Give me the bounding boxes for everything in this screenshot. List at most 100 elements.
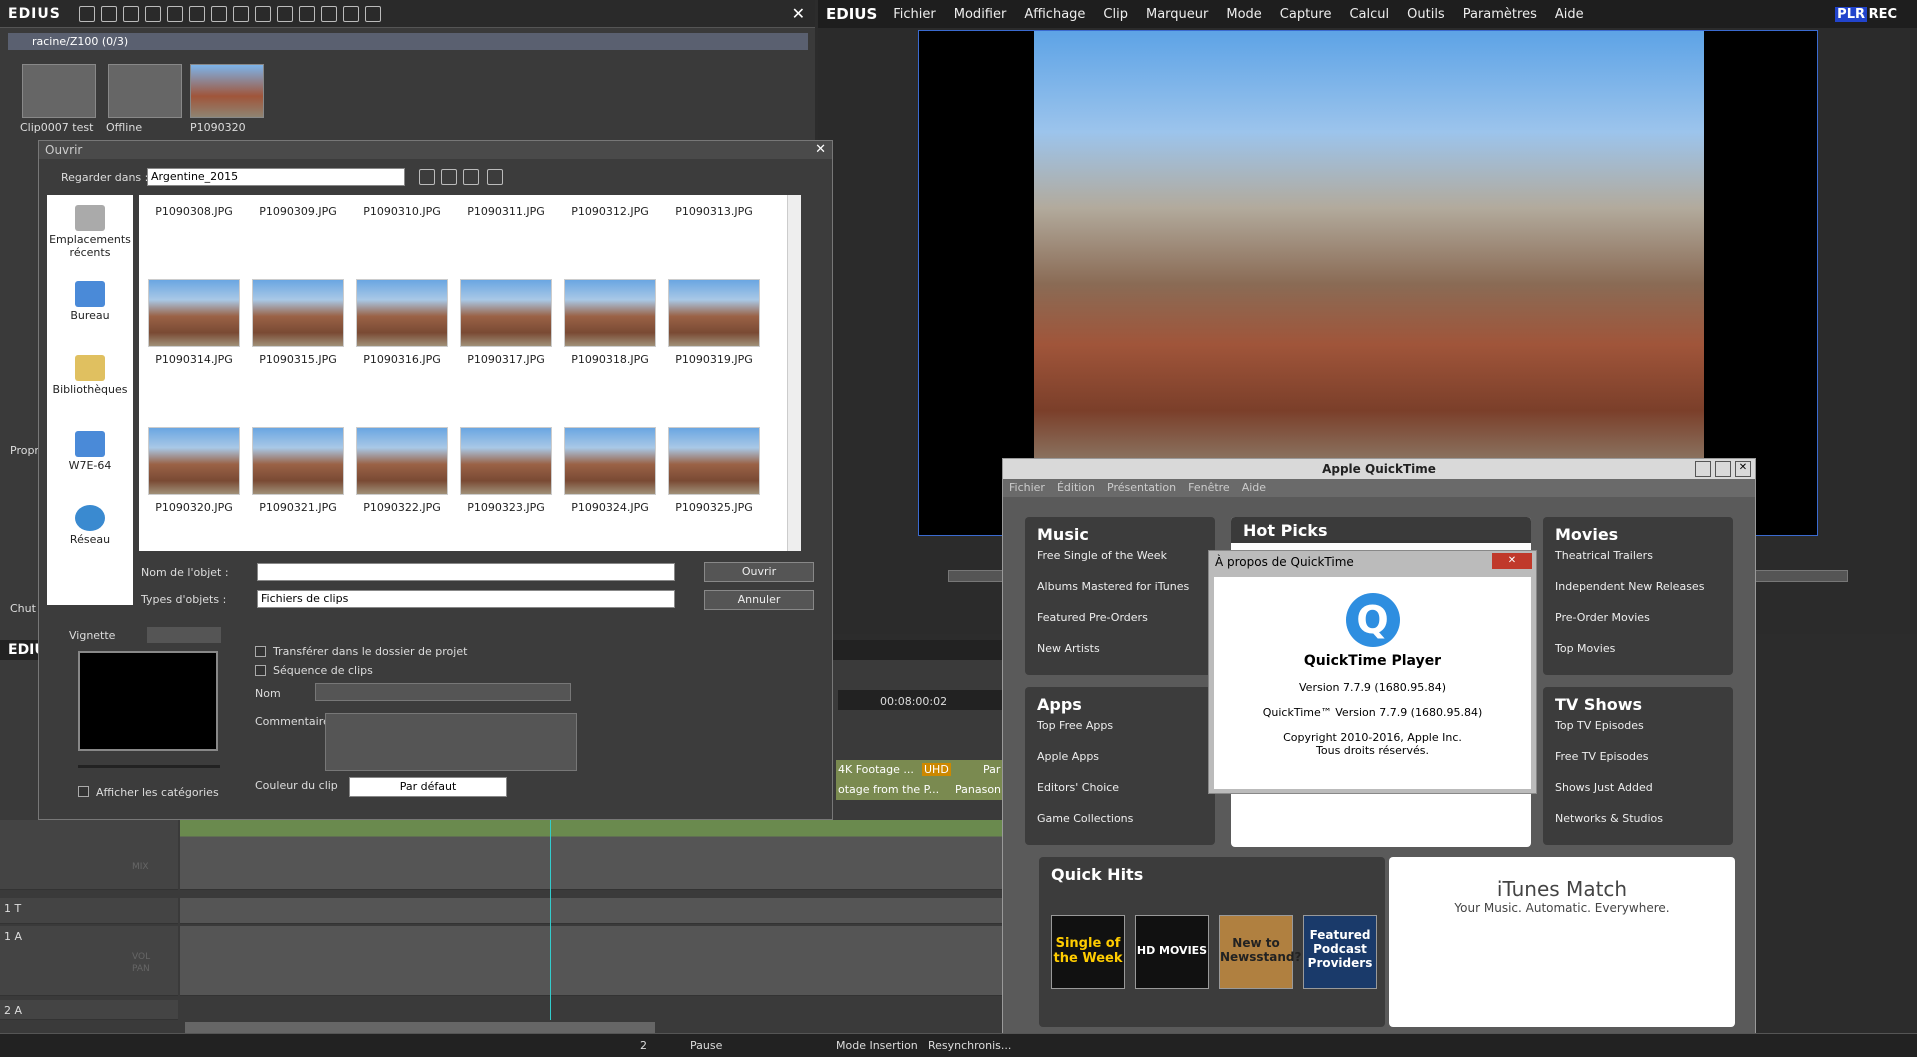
pane-link[interactable]: Top Movies xyxy=(1555,641,1733,672)
clip-thumb[interactable] xyxy=(22,64,96,118)
pane-link[interactable]: Editors' Choice xyxy=(1037,780,1215,811)
cut-icon[interactable] xyxy=(210,5,227,22)
paste-icon[interactable] xyxy=(254,5,271,22)
menu-capture[interactable]: Capture xyxy=(1280,7,1332,22)
thumbnail-slider[interactable] xyxy=(78,765,220,768)
audio-waveform-track[interactable] xyxy=(180,820,1005,890)
categories-checkbox[interactable] xyxy=(78,786,89,797)
properties-icon[interactable] xyxy=(364,5,381,22)
close-icon[interactable]: ✕ xyxy=(815,142,826,157)
qt-menu-item[interactable]: Fenêtre xyxy=(1188,481,1230,494)
filename-input[interactable] xyxy=(257,563,675,581)
file-item[interactable]: P1090314.JPG xyxy=(139,353,249,366)
text-icon[interactable] xyxy=(166,5,183,22)
transfer-checkbox[interactable] xyxy=(255,646,266,657)
file-thumbnail[interactable] xyxy=(564,427,656,495)
close-icon[interactable]: ✕ xyxy=(792,4,805,23)
add-clip-icon[interactable] xyxy=(144,5,161,22)
qt-menu-item[interactable]: Fichier xyxy=(1009,481,1045,494)
new-folder-icon[interactable] xyxy=(463,169,479,185)
audio-track-1a[interactable] xyxy=(180,926,1005,996)
name-field[interactable] xyxy=(315,683,571,701)
file-item[interactable]: P1090321.JPG xyxy=(243,501,353,514)
quick-hit-tile[interactable]: Single of the Week xyxy=(1051,915,1125,989)
place-computer[interactable]: W7E-64 xyxy=(47,431,133,472)
look-in-select[interactable]: Argentine_2015 xyxy=(147,168,405,186)
menu-clip[interactable]: Clip xyxy=(1103,7,1128,22)
file-thumbnail[interactable] xyxy=(668,427,760,495)
file-thumbnail[interactable] xyxy=(564,279,656,347)
pane-link[interactable]: Pre-Order Movies xyxy=(1555,610,1733,641)
file-list[interactable]: P1090308.JPG P1090309.JPG P1090310.JPG P… xyxy=(139,195,801,551)
file-item[interactable]: P1090312.JPG xyxy=(555,205,665,218)
pane-link[interactable]: Free TV Episodes xyxy=(1555,749,1733,780)
minimize-icon[interactable] xyxy=(1695,461,1711,477)
insert-icon[interactable] xyxy=(298,5,315,22)
pane-link[interactable]: Independent New Releases xyxy=(1555,579,1733,610)
file-item[interactable]: P1090313.JPG xyxy=(659,205,769,218)
place-desktop[interactable]: Bureau xyxy=(47,281,133,322)
menu-calcul[interactable]: Calcul xyxy=(1349,7,1389,22)
menu-parametres[interactable]: Paramètres xyxy=(1463,7,1537,22)
file-item[interactable]: P1090308.JPG xyxy=(139,205,249,218)
file-scrollbar[interactable] xyxy=(787,195,801,551)
pane-link[interactable]: Networks & Studios xyxy=(1555,811,1733,842)
file-item[interactable]: P1090320.JPG xyxy=(139,501,249,514)
folder-icon[interactable] xyxy=(78,5,95,22)
file-thumbnail[interactable] xyxy=(668,279,760,347)
file-item[interactable]: P1090325.JPG xyxy=(659,501,769,514)
file-item[interactable]: P1090324.JPG xyxy=(555,501,665,514)
add-to-timeline-icon[interactable] xyxy=(276,5,293,22)
qt-menu-item[interactable]: Édition xyxy=(1057,481,1095,494)
pane-link[interactable]: Shows Just Added xyxy=(1555,780,1733,811)
pane-link[interactable]: Theatrical Trailers xyxy=(1555,548,1733,579)
copy-icon[interactable] xyxy=(232,5,249,22)
pane-link[interactable]: Featured Pre-Orders xyxy=(1037,610,1215,641)
pane-link[interactable]: New Artists xyxy=(1037,641,1215,672)
open-button[interactable]: Ouvrir xyxy=(704,562,814,582)
file-item[interactable]: P1090317.JPG xyxy=(451,353,561,366)
pane-link[interactable]: Game Collections xyxy=(1037,811,1215,842)
place-recent[interactable]: Emplacements récents xyxy=(47,205,133,259)
file-item[interactable]: P1090309.JPG xyxy=(243,205,353,218)
search-icon[interactable] xyxy=(100,5,117,22)
file-thumbnail[interactable] xyxy=(356,427,448,495)
delete-icon[interactable] xyxy=(320,5,337,22)
qt-menu-item[interactable]: Présentation xyxy=(1107,481,1176,494)
menu-fichier[interactable]: Fichier xyxy=(893,7,936,22)
back-icon[interactable] xyxy=(419,169,435,185)
place-libraries[interactable]: Bibliothèques xyxy=(47,355,133,396)
clip-thumb[interactable] xyxy=(190,64,264,118)
cancel-button[interactable]: Annuler xyxy=(704,590,814,610)
comment-field[interactable] xyxy=(325,713,577,771)
pane-link[interactable]: Top TV Episodes xyxy=(1555,718,1733,749)
place-network[interactable]: Réseau xyxy=(47,505,133,546)
clip-color-button[interactable]: Par défaut xyxy=(349,777,507,797)
filetype-select[interactable]: Fichiers de clips xyxy=(257,590,675,608)
file-thumbnail[interactable] xyxy=(356,279,448,347)
up-icon[interactable] xyxy=(122,5,139,22)
view-menu-icon[interactable] xyxy=(487,169,503,185)
file-item[interactable]: P1090310.JPG xyxy=(347,205,457,218)
menu-aide[interactable]: Aide xyxy=(1555,7,1584,22)
menu-outils[interactable]: Outils xyxy=(1407,7,1445,22)
qt-menu-item[interactable]: Aide xyxy=(1242,481,1266,494)
file-item[interactable]: P1090323.JPG xyxy=(451,501,561,514)
menu-mode[interactable]: Mode xyxy=(1226,7,1261,22)
maximize-icon[interactable] xyxy=(1715,461,1731,477)
menu-marqueur[interactable]: Marqueur xyxy=(1146,7,1208,22)
pane-link[interactable]: Albums Mastered for iTunes xyxy=(1037,579,1215,610)
close-icon[interactable]: ✕ xyxy=(1492,553,1532,569)
file-item[interactable]: P1090315.JPG xyxy=(243,353,353,366)
file-item[interactable]: P1090322.JPG xyxy=(347,501,457,514)
file-thumbnail[interactable] xyxy=(460,279,552,347)
menu-modifier[interactable]: Modifier xyxy=(954,7,1007,22)
quick-hit-tile[interactable]: Featured Podcast Providers xyxy=(1303,915,1377,989)
file-thumbnail[interactable] xyxy=(148,427,240,495)
file-thumbnail[interactable] xyxy=(252,279,344,347)
file-thumbnail[interactable] xyxy=(148,279,240,347)
file-thumbnail[interactable] xyxy=(460,427,552,495)
title-track[interactable] xyxy=(180,898,1005,924)
file-item[interactable]: P1090318.JPG xyxy=(555,353,665,366)
file-item[interactable]: P1090311.JPG xyxy=(451,205,561,218)
